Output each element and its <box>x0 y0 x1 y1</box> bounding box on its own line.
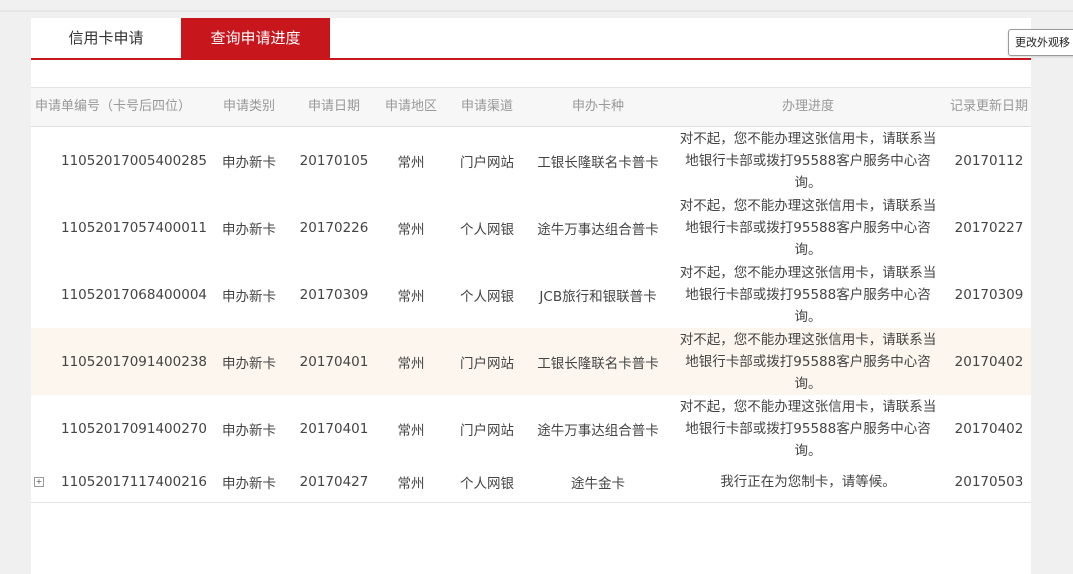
cell-updated-date: 20170227 <box>954 219 1024 236</box>
cell-category: 申办新卡 <box>222 288 276 305</box>
progress-text: 对不起，您不能办理这张信用卡，请联系当 地银行卡部或拨打95588客户服务中心咨询… <box>680 128 937 194</box>
progress-line: 对不起，您不能办理这张信用卡，请联系当 <box>679 130 937 147</box>
table-row[interactable]: 11052017005400285 申办新卡 20170105 常州 门户网站 工银长隆联… <box>31 127 1031 195</box>
cell-card-type: 途牛万事达组合普卡 <box>537 221 659 238</box>
header-category: 申请类别 <box>222 99 275 114</box>
header-updated-date: 记录更新日期 <box>949 99 1028 114</box>
header-application-number: 申请单编号（卡号后四位） <box>34 99 191 114</box>
header-progress: 办理进度 <box>781 99 834 114</box>
table-header: 申请单编号（卡号后四位） 申请类别 申请日期 申请地区 申请渠道 申办卡种 办理… <box>31 88 1031 127</box>
cell-application-number: 11052017091400270 <box>60 420 207 437</box>
progress-line: 对不起，您不能办理这张信用卡，请联系当 <box>679 398 937 415</box>
progress-text: 对不起，您不能办理这张信用卡，请联系当 地银行卡部或拨打95588客户服务中心咨询… <box>680 195 937 261</box>
change-appearance-button[interactable]: 更改外观移 <box>1008 29 1073 56</box>
cell-date: 20170401 <box>299 420 369 437</box>
cell-region: 常州 <box>397 422 425 439</box>
cell-application-number: 11052017005400285 <box>60 152 207 169</box>
cell-updated-date: 20170402 <box>954 420 1024 437</box>
cell-channel: 门户网站 <box>460 422 514 439</box>
cell-card-type: JCB旅行和银联普卡 <box>539 288 657 305</box>
cell-channel: 个人网银 <box>460 288 514 305</box>
progress-text: 对不起，您不能办理这张信用卡，请联系当 地银行卡部或拨打95588客户服务中心咨询… <box>680 329 937 395</box>
cell-card-type: 工银长隆联名卡普卡 <box>537 355 659 372</box>
progress-line: 询。 <box>794 174 822 191</box>
cell-application-number: 11052017057400011 <box>60 219 207 236</box>
progress-line: 询。 <box>794 375 822 392</box>
progress-line: 地银行卡部或拨打95588客户服务中心咨 <box>685 353 931 370</box>
header-channel: 申请渠道 <box>460 99 513 114</box>
cell-date: 20170427 <box>299 474 369 490</box>
progress-line: 对不起，您不能办理这张信用卡，请联系当 <box>679 331 937 348</box>
cell-application-number: 11052017117400216 <box>60 474 207 490</box>
table-row[interactable]: +11052017117400216 申办新卡 20170427 常州 个人网银 途牛金卡… <box>31 462 1031 503</box>
cell-progress: 我行正在为您制卡，请等候。 <box>668 462 948 502</box>
table-row[interactable]: 11052017068400004 申办新卡 20170309 常州 个人网银 JCB旅行… <box>31 261 1031 329</box>
cell-channel: 个人网银 <box>460 221 514 238</box>
progress-line: 询。 <box>794 442 822 459</box>
cell-category: 申办新卡 <box>222 221 276 238</box>
tab-credit-card-application[interactable]: 信用卡申请 <box>31 18 181 58</box>
progress-text: 对不起，您不能办理这张信用卡，请联系当 地银行卡部或拨打95588客户服务中心咨询… <box>680 262 937 328</box>
cell-region: 常州 <box>397 476 425 492</box>
cell-region: 常州 <box>397 221 425 238</box>
cell-card-type: 工银长隆联名卡普卡 <box>537 154 659 171</box>
cell-updated-date: 20170112 <box>954 152 1024 169</box>
cell-date: 20170401 <box>299 353 369 370</box>
cell-progress: 对不起，您不能办理这张信用卡，请联系当 地银行卡部或拨打95588客户服务中心咨询… <box>668 395 948 462</box>
table-row[interactable]: 11052017091400270 申办新卡 20170401 常州 门户网站 途牛万事达… <box>31 395 1031 463</box>
cell-updated-date: 20170402 <box>954 353 1024 370</box>
cell-application-number: 11052017091400238 <box>60 353 207 370</box>
cell-channel: 门户网站 <box>460 154 514 171</box>
cell-category: 申办新卡 <box>222 476 276 492</box>
cell-progress: 对不起，您不能办理这张信用卡，请联系当 地银行卡部或拨打95588客户服务中心咨询… <box>668 261 948 328</box>
progress-text: 我行正在为您制卡，请等候。 <box>720 471 896 493</box>
progress-line: 地银行卡部或拨打95588客户服务中心咨 <box>685 286 931 303</box>
progress-line: 地银行卡部或拨打95588客户服务中心咨 <box>685 219 931 236</box>
cell-card-type: 途牛金卡 <box>571 476 625 492</box>
tab-bar: 信用卡申请 查询申请进度 <box>31 18 1031 60</box>
cell-date: 20170226 <box>299 219 369 236</box>
content-panel: 信用卡申请 查询申请进度 申请单编号（卡号后四位） 申请类别 申请日期 申请地区… <box>31 18 1031 574</box>
tab-query-progress[interactable]: 查询申请进度 <box>181 18 330 58</box>
cell-channel: 个人网银 <box>460 476 514 492</box>
progress-line: 询。 <box>794 308 822 325</box>
top-divider <box>0 10 1073 12</box>
cell-progress: 对不起，您不能办理这张信用卡，请联系当 地银行卡部或拨打95588客户服务中心咨询… <box>668 328 948 395</box>
header-region: 申请地区 <box>384 99 437 114</box>
header-date: 申请日期 <box>307 99 360 114</box>
cell-category: 申办新卡 <box>222 422 276 439</box>
cell-application-number: 11052017068400004 <box>60 286 207 303</box>
table-row[interactable]: 11052017057400011 申办新卡 20170226 常州 个人网银 途牛万事达… <box>31 194 1031 262</box>
cell-category: 申办新卡 <box>222 154 276 171</box>
progress-line: 对不起，您不能办理这张信用卡，请联系当 <box>679 197 937 214</box>
progress-line: 我行正在为您制卡，请等候。 <box>720 474 896 490</box>
cell-updated-date: 20170503 <box>954 474 1024 490</box>
cell-date: 20170309 <box>299 286 369 303</box>
cell-updated-date: 20170309 <box>954 286 1024 303</box>
cell-card-type: 途牛万事达组合普卡 <box>537 422 659 439</box>
sub-toolbar <box>31 60 1031 88</box>
header-card-type: 申办卡种 <box>571 99 624 114</box>
progress-text: 对不起，您不能办理这张信用卡，请联系当 地银行卡部或拨打95588客户服务中心咨询… <box>680 396 937 462</box>
cell-progress: 对不起，您不能办理这张信用卡，请联系当 地银行卡部或拨打95588客户服务中心咨询… <box>668 194 948 261</box>
cell-region: 常州 <box>397 355 425 372</box>
progress-line: 对不起，您不能办理这张信用卡，请联系当 <box>679 264 937 281</box>
cell-date: 20170105 <box>299 152 369 169</box>
cell-region: 常州 <box>397 288 425 305</box>
table-row[interactable]: 11052017091400238 申办新卡 20170401 常州 门户网站 工银长隆联… <box>31 328 1031 396</box>
cell-channel: 门户网站 <box>460 355 514 372</box>
cell-progress: 对不起，您不能办理这张信用卡，请联系当 地银行卡部或拨打95588客户服务中心咨询… <box>668 127 948 194</box>
cell-region: 常州 <box>397 154 425 171</box>
cell-category: 申办新卡 <box>222 355 276 372</box>
progress-line: 地银行卡部或拨打95588客户服务中心咨 <box>685 152 931 169</box>
progress-line: 询。 <box>794 241 822 258</box>
progress-line: 地银行卡部或拨打95588客户服务中心咨 <box>685 420 931 437</box>
